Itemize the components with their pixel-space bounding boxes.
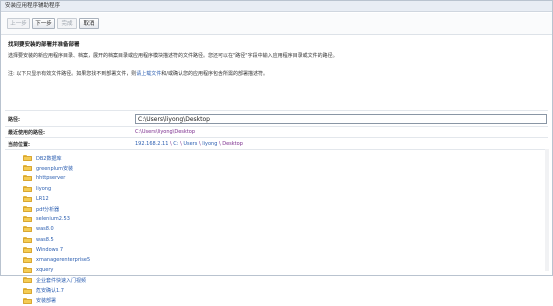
folder-icon — [23, 246, 32, 253]
breadcrumb-desktop: Desktop — [222, 141, 243, 147]
folder-label[interactable]: pdf分析器 — [36, 206, 59, 213]
folder-label[interactable]: 危安确认1.7 — [36, 287, 64, 294]
folder-item[interactable]: xmanagerenterprise5 — [23, 255, 323, 265]
folder-item[interactable]: LR12 — [23, 194, 323, 204]
wizard-toolbar: 上一步 下一步 完成 取消 — [1, 13, 552, 35]
folder-item[interactable]: was8.0 — [23, 224, 323, 234]
path-input[interactable]: C:\Users\liyong\Desktop — [135, 114, 547, 124]
note-suffix: 和/或确认您的应用程序包含所需的部署描述符。 — [161, 71, 268, 77]
previous-button[interactable]: 上一步 — [7, 18, 30, 29]
breadcrumb-server[interactable]: 192.168.2.11 — [135, 141, 168, 147]
folder-icon — [23, 195, 32, 202]
folder-icon — [23, 175, 32, 182]
folder-icon — [23, 287, 32, 294]
recent-path-link[interactable]: C:\Users\liyong\Desktop — [135, 129, 195, 135]
recent-path-label: 最近使用的路径: — [8, 130, 46, 136]
breadcrumb-drive[interactable]: C: — [173, 141, 178, 147]
folder-icon — [23, 297, 32, 304]
divider — [5, 149, 548, 150]
folder-icon — [23, 165, 32, 172]
folder-item[interactable]: 企业套件快速入门视频 — [23, 275, 323, 285]
finish-button[interactable]: 完成 — [57, 18, 77, 29]
divider — [5, 137, 548, 138]
current-location-breadcrumb: 192.168.2.11 \ C: \ Users \ liyong \ Des… — [135, 141, 243, 147]
folder-item[interactable]: 危安确认1.7 — [23, 285, 323, 295]
folder-item[interactable]: Windows 7 — [23, 245, 323, 255]
folder-item[interactable]: was8.5 — [23, 235, 323, 245]
path-label: 路径: — [8, 117, 20, 123]
folder-icon — [23, 256, 32, 263]
folder-item[interactable]: hhttpserver — [23, 173, 323, 183]
folder-label[interactable]: 安装部署 — [36, 297, 56, 304]
note-prefix: 注: 以下只显示有效文件路径。如果您找不到部署文件，则 — [8, 71, 137, 77]
tree-scrollbar[interactable] — [545, 149, 549, 271]
folder-icon — [23, 226, 32, 233]
folder-label[interactable]: was8.0 — [36, 226, 54, 232]
folder-item[interactable]: selenium2.53 — [23, 214, 323, 224]
assistant-window: 安装应用程序辅助程序 上一步 下一步 完成 取消 找到要安装的部署并准备部署 选… — [0, 0, 553, 304]
description-text: 选择要安装的新应用程序目录、档案，展开的档案目录或应用程序模块描述符的文件路径。… — [8, 53, 338, 59]
folder-item[interactable]: greenplum安装 — [23, 163, 323, 173]
divider — [5, 110, 548, 111]
folder-label[interactable]: greenplum安装 — [36, 165, 73, 172]
folder-label[interactable]: xmanagerenterprise5 — [36, 257, 90, 263]
folder-label[interactable]: hhttpserver — [36, 175, 65, 181]
folder-item[interactable]: liyong — [23, 184, 323, 194]
folder-icon — [23, 155, 32, 162]
folder-label[interactable]: LR12 — [36, 196, 49, 202]
cancel-button[interactable]: 取消 — [79, 18, 99, 29]
breadcrumb-users[interactable]: Users — [183, 141, 197, 147]
folder-label[interactable]: was8.5 — [36, 237, 54, 243]
folder-icon — [23, 236, 32, 243]
folder-icon — [23, 185, 32, 192]
folder-label[interactable]: selenium2.53 — [36, 216, 70, 222]
note-text: 注: 以下只显示有效文件路径。如果您找不到部署文件，则请上载文件和/或确认您的应… — [8, 70, 268, 77]
folder-tree: DB2数据库 greenplum安装 hhttpserver liyong LR12 pd… — [23, 153, 323, 306]
folder-label[interactable]: 企业套件快速入门视频 — [36, 277, 86, 284]
window-title: 安装应用程序辅助程序 — [1, 1, 552, 12]
folder-item[interactable]: 安装部署 — [23, 296, 323, 306]
folder-item[interactable]: pdf分析器 — [23, 204, 323, 214]
current-location-label: 当前位置: — [8, 142, 30, 148]
folder-label[interactable]: xquery — [36, 267, 53, 273]
next-button[interactable]: 下一步 — [32, 18, 55, 29]
section-heading: 找到要安装的部署并准备部署 — [8, 42, 80, 48]
folder-item[interactable]: xquery — [23, 265, 323, 275]
folder-icon — [23, 206, 32, 213]
divider — [5, 126, 548, 127]
folder-label[interactable]: DB2数据库 — [36, 155, 61, 162]
folder-item[interactable]: DB2数据库 — [23, 153, 323, 163]
folder-icon — [23, 216, 32, 223]
folder-icon — [23, 277, 32, 284]
folder-label[interactable]: Windows 7 — [36, 247, 63, 253]
folder-icon — [23, 267, 32, 274]
folder-label[interactable]: liyong — [36, 186, 51, 192]
upload-file-link[interactable]: 请上载文件 — [136, 71, 161, 77]
breadcrumb-user[interactable]: liyong — [202, 141, 217, 147]
